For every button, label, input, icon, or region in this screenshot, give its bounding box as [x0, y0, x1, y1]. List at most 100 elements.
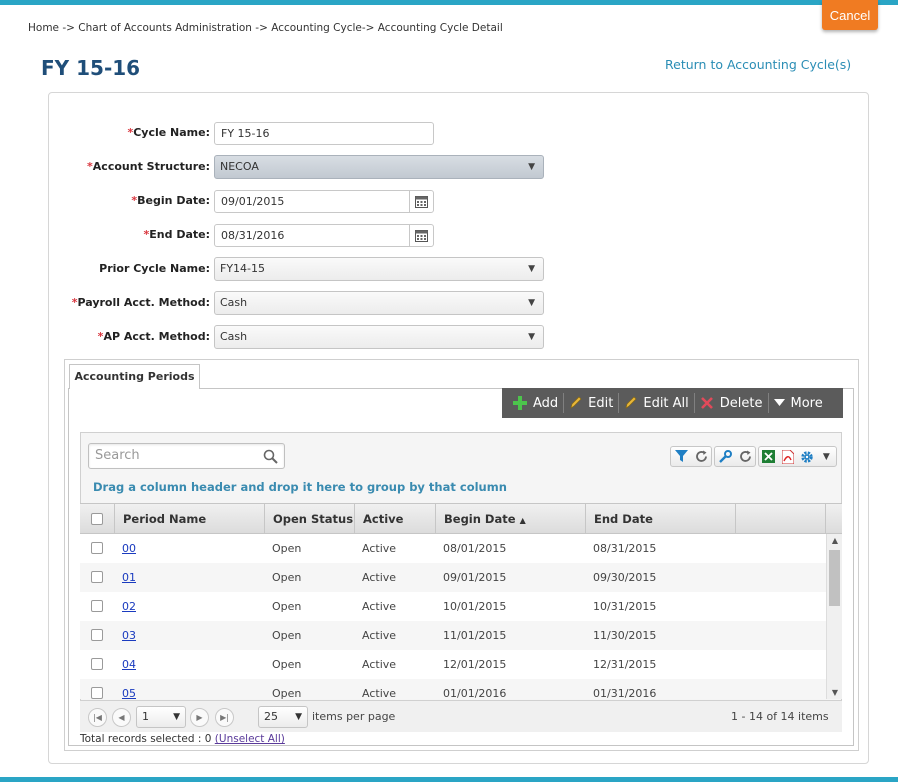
column-header-scroll-spacer [825, 504, 842, 534]
begin-date-cell: 08/01/2015 [443, 542, 507, 555]
scroll-up-icon[interactable]: ▲ [827, 536, 843, 545]
add-button[interactable]: Add [508, 388, 563, 418]
column-header-active[interactable]: Active [354, 504, 435, 534]
ap-method-select[interactable]: Cash ▼ [214, 325, 544, 349]
edit-all-button[interactable]: Edit All [619, 388, 693, 418]
column-header-period-name[interactable]: Period Name [114, 504, 264, 534]
total-records-selected: Total records selected : 0 (Unselect All… [80, 733, 285, 745]
delete-button[interactable]: Delete [695, 388, 768, 418]
calendar-icon[interactable] [409, 191, 433, 212]
calendar-icon[interactable] [409, 225, 433, 246]
gear-icon[interactable] [798, 447, 817, 466]
filter-icon[interactable] [671, 447, 691, 466]
cycle-name-input[interactable]: FY 15-16 [214, 122, 434, 145]
row-checkbox[interactable] [91, 658, 103, 670]
table-row[interactable]: 03 Open Active 11/01/2015 11/30/2015 [80, 621, 826, 650]
period-link[interactable]: 04 [122, 658, 136, 671]
begin-date-row: *Begin Date: [60, 189, 210, 213]
period-name-cell[interactable]: 05 [114, 679, 136, 699]
column-header-open-status[interactable]: Open Status [264, 504, 354, 534]
period-link[interactable]: 00 [122, 542, 136, 555]
grid-scrollbar[interactable]: ▲ ▼ [826, 534, 842, 699]
table-row[interactable]: 05 Open Active 01/01/2016 01/31/2016 [80, 679, 826, 699]
active-cell: Active [362, 571, 397, 584]
edit-button[interactable]: Edit [564, 388, 618, 418]
begin-date-cell: 11/01/2015 [443, 629, 507, 642]
period-name-cell[interactable]: 00 [114, 534, 136, 563]
account-structure-label: *Account Structure: [87, 160, 210, 173]
first-page-icon[interactable]: |◀ [88, 708, 107, 727]
period-link[interactable]: 03 [122, 629, 136, 642]
more-button[interactable]: More [769, 388, 828, 418]
breadcrumb: Home -> Chart of Accounts Administration… [28, 22, 503, 34]
scroll-down-icon[interactable]: ▼ [827, 688, 843, 697]
next-page-icon[interactable]: ▶ [190, 708, 209, 727]
wrench-icon[interactable] [715, 447, 735, 466]
column-header-end-date[interactable]: End Date [585, 504, 735, 534]
chevron-down-icon: ▼ [528, 332, 535, 342]
open-status-cell: Open [272, 629, 302, 642]
cancel-button[interactable]: Cancel [822, 0, 878, 30]
account-structure-select[interactable]: NECOA ▼ [214, 155, 544, 179]
column-tools [714, 446, 756, 467]
table-row[interactable]: 02 Open Active 10/01/2015 10/31/2015 [80, 592, 826, 621]
payroll-method-label: *Payroll Acct. Method: [71, 296, 210, 309]
end-date-input[interactable]: 08/31/2016 [214, 224, 434, 247]
last-page-icon[interactable]: ▶| [215, 708, 234, 727]
open-status-cell: Open [272, 600, 302, 613]
column-header-begin-date[interactable]: Begin Date ▲ [435, 504, 585, 534]
row-checkbox[interactable] [91, 687, 103, 699]
grid-rows: 00 Open Active 08/01/2015 08/31/2015 01 … [80, 534, 826, 699]
prior-cycle-row: Prior Cycle Name: [60, 257, 210, 281]
previous-page-icon[interactable]: ◀ [112, 708, 131, 727]
grid-pager: |◀ ◀ 1 ▼ ▶ ▶| 25 ▼ items per page 1 - 14… [80, 700, 842, 732]
refresh-icon[interactable] [735, 447, 755, 466]
begin-date-header-label: Begin Date [444, 512, 516, 526]
chevron-down-icon[interactable]: ▼ [817, 447, 836, 466]
chevron-down-icon: ▼ [528, 298, 535, 308]
period-link[interactable]: 01 [122, 571, 136, 584]
pencil-icon [625, 396, 637, 409]
row-checkbox[interactable] [91, 571, 103, 583]
refresh-icon[interactable] [691, 447, 711, 466]
end-date-value: 08/31/2016 [221, 229, 285, 242]
period-link[interactable]: 05 [122, 687, 136, 699]
page-size-select[interactable]: 25 ▼ [258, 706, 308, 728]
select-all-checkbox[interactable] [91, 513, 103, 525]
begin-date-value: 09/01/2015 [221, 195, 285, 208]
search-input[interactable]: Search [88, 443, 285, 469]
table-row[interactable]: 00 Open Active 08/01/2015 08/31/2015 [80, 534, 826, 563]
table-row[interactable]: 01 Open Active 09/01/2015 09/30/2015 [80, 563, 826, 592]
payroll-method-select[interactable]: Cash ▼ [214, 291, 544, 315]
search-placeholder: Search [95, 448, 140, 463]
prior-cycle-select[interactable]: FY14-15 ▼ [214, 257, 544, 281]
period-name-cell[interactable]: 01 [114, 563, 136, 592]
table-row[interactable]: 04 Open Active 12/01/2015 12/31/2015 [80, 650, 826, 679]
period-link[interactable]: 02 [122, 600, 136, 613]
bottom-accent-bar [0, 777, 898, 782]
begin-date-cell: 09/01/2015 [443, 571, 507, 584]
row-checkbox[interactable] [91, 542, 103, 554]
page-number-select[interactable]: 1 ▼ [136, 706, 186, 728]
row-checkbox[interactable] [91, 600, 103, 612]
pdf-icon[interactable] [778, 447, 797, 466]
column-header-blank [735, 504, 825, 534]
period-name-cell[interactable]: 04 [114, 650, 136, 679]
ap-method-value: Cash [220, 330, 248, 343]
period-name-cell[interactable]: 03 [114, 621, 136, 650]
active-cell: Active [362, 542, 397, 555]
begin-date-input[interactable]: 09/01/2015 [214, 190, 434, 213]
export-tools: ▼ [758, 446, 837, 467]
row-checkbox[interactable] [91, 629, 103, 641]
scrollbar-thumb[interactable] [829, 550, 840, 606]
period-name-cell[interactable]: 02 [114, 592, 136, 621]
return-to-accounting-cycles-link[interactable]: Return to Accounting Cycle(s) [665, 57, 851, 72]
tab-accounting-periods[interactable]: Accounting Periods [69, 364, 200, 389]
open-status-cell: Open [272, 687, 302, 699]
search-icon[interactable] [263, 449, 278, 473]
end-date-cell: 10/31/2015 [593, 600, 657, 613]
excel-icon[interactable] [759, 447, 778, 466]
begin-date-label: *Begin Date: [131, 194, 210, 207]
unselect-all-link[interactable]: (Unselect All) [215, 733, 285, 745]
total-selected-text: Total records selected : 0 [80, 733, 212, 745]
